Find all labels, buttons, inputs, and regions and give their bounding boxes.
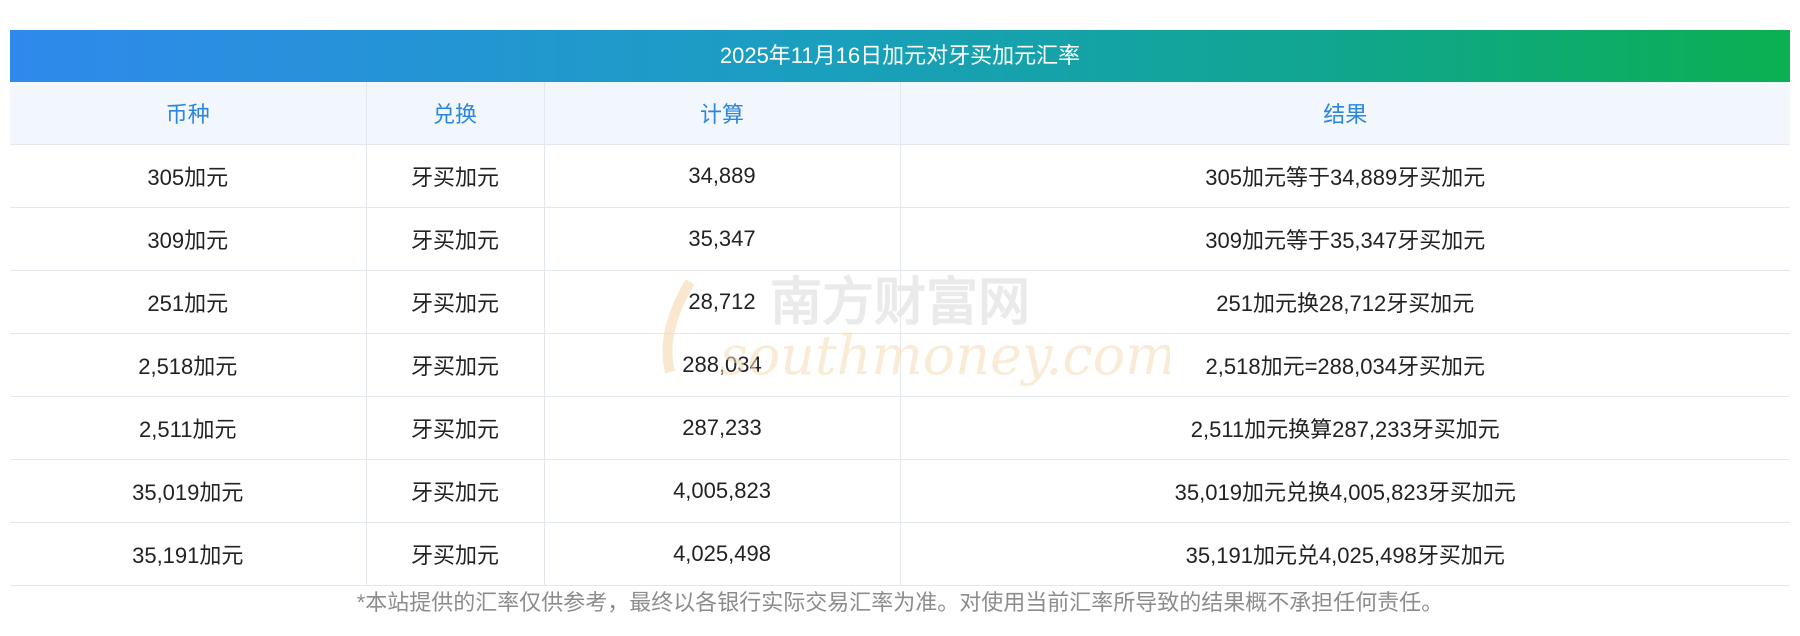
cell-exchange: 牙买加元 (366, 459, 545, 523)
cell-calc: 4,025,498 (544, 522, 901, 586)
cell-result: 35,019加元兑换4,005,823牙买加元 (900, 459, 1790, 523)
table-row: 305加元 牙买加元 34,889 305加元等于34,889牙买加元 (10, 144, 1790, 208)
header-exchange: 兑换 (366, 82, 545, 145)
cell-result: 35,191加元兑4,025,498牙买加元 (900, 522, 1790, 586)
cell-exchange: 牙买加元 (366, 270, 545, 334)
cell-result: 2,518加元=288,034牙买加元 (900, 333, 1790, 397)
cell-currency: 305加元 (10, 144, 367, 208)
cell-exchange: 牙买加元 (366, 207, 545, 271)
page: 2025年11月16日加元对牙买加元汇率 币种 兑换 计算 结果 305加元 牙… (0, 0, 1800, 636)
cell-currency: 35,019加元 (10, 459, 367, 523)
rate-table: 币种 兑换 计算 结果 305加元 牙买加元 34,889 305加元等于34,… (10, 82, 1790, 586)
cell-calc: 28,712 (544, 270, 901, 334)
table-row: 2,518加元 牙买加元 288,034 2,518加元=288,034牙买加元 (10, 333, 1790, 397)
cell-result: 2,511加元换算287,233牙买加元 (900, 396, 1790, 460)
cell-result: 251加元换28,712牙买加元 (900, 270, 1790, 334)
header-calc: 计算 (544, 82, 901, 145)
cell-exchange: 牙买加元 (366, 396, 545, 460)
cell-result: 309加元等于35,347牙买加元 (900, 207, 1790, 271)
cell-currency: 35,191加元 (10, 522, 367, 586)
cell-currency: 2,518加元 (10, 333, 367, 397)
cell-currency: 251加元 (10, 270, 367, 334)
header-row: 币种 兑换 计算 结果 (10, 82, 1790, 145)
cell-currency: 2,511加元 (10, 396, 367, 460)
table-row: 35,191加元 牙买加元 4,025,498 35,191加元兑4,025,4… (10, 522, 1790, 586)
cell-exchange: 牙买加元 (366, 144, 545, 208)
cell-exchange: 牙买加元 (366, 522, 545, 586)
table-row: 251加元 牙买加元 28,712 251加元换28,712牙买加元 (10, 270, 1790, 334)
cell-calc: 4,005,823 (544, 459, 901, 523)
cell-calc: 288,034 (544, 333, 901, 397)
cell-calc: 34,889 (544, 144, 901, 208)
table-row: 2,511加元 牙买加元 287,233 2,511加元换算287,233牙买加… (10, 396, 1790, 460)
cell-result: 305加元等于34,889牙买加元 (900, 144, 1790, 208)
cell-currency: 309加元 (10, 207, 367, 271)
table-row: 309加元 牙买加元 35,347 309加元等于35,347牙买加元 (10, 207, 1790, 271)
cell-exchange: 牙买加元 (366, 333, 545, 397)
header-currency: 币种 (10, 82, 367, 145)
table-row: 35,019加元 牙买加元 4,005,823 35,019加元兑换4,005,… (10, 459, 1790, 523)
header-result: 结果 (900, 82, 1790, 145)
disclaimer-footnote: *本站提供的汇率仅供参考，最终以各银行实际交易汇率为准。对使用当前汇率所导致的结… (356, 590, 1444, 615)
cell-calc: 287,233 (544, 396, 901, 460)
cell-calc: 35,347 (544, 207, 901, 271)
rate-table-container: 2025年11月16日加元对牙买加元汇率 币种 兑换 计算 结果 305加元 牙… (10, 30, 1790, 586)
table-title: 2025年11月16日加元对牙买加元汇率 (10, 30, 1790, 82)
